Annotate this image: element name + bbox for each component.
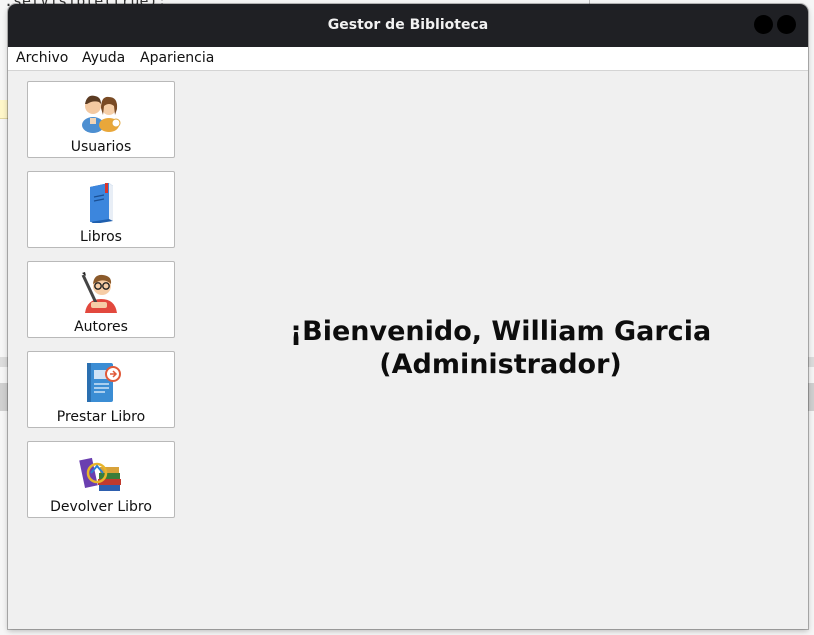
minimize-button[interactable] (754, 15, 773, 34)
return-book-icon (79, 457, 121, 491)
welcome-line-2: (Administrador) (379, 349, 622, 380)
usuarios-label: Usuarios (70, 139, 132, 155)
devolver-libro-label: Devolver Libro (50, 499, 152, 515)
autores-button[interactable]: Autores (27, 261, 175, 338)
libros-button[interactable]: Libros (27, 171, 175, 248)
usuarios-button[interactable]: Usuarios (27, 81, 175, 158)
main-content: Usuarios Libros Autores Prestar Libro De… (8, 71, 808, 629)
author-icon (81, 272, 117, 313)
app-window: Gestor de Biblioteca Archivo Ayuda Apari… (8, 4, 808, 629)
welcome-line-1: ¡Bienvenido, William Garcia (289, 316, 712, 347)
prestar-libro-label: Prestar Libro (56, 409, 146, 425)
book-icon (90, 183, 113, 223)
background-highlight (0, 100, 8, 119)
lend-book-icon (87, 363, 121, 402)
prestar-libro-button[interactable]: Prestar Libro (27, 351, 175, 428)
menu-bar: Archivo Ayuda Apariencia (8, 47, 808, 71)
devolver-libro-button[interactable]: Devolver Libro (27, 441, 175, 518)
libros-label: Libros (80, 229, 122, 245)
menu-archivo[interactable]: Archivo (16, 50, 68, 66)
welcome-message: ¡Bienvenido, William Garcia (Administrad… (178, 315, 808, 381)
menu-ayuda[interactable]: Ayuda (82, 50, 125, 66)
users-icon (82, 95, 121, 133)
autores-label: Autores (74, 319, 128, 335)
menu-apariencia[interactable]: Apariencia (140, 50, 214, 66)
close-button[interactable] (777, 15, 796, 34)
title-bar[interactable]: Gestor de Biblioteca (8, 4, 808, 47)
window-title: Gestor de Biblioteca (327, 17, 489, 33)
